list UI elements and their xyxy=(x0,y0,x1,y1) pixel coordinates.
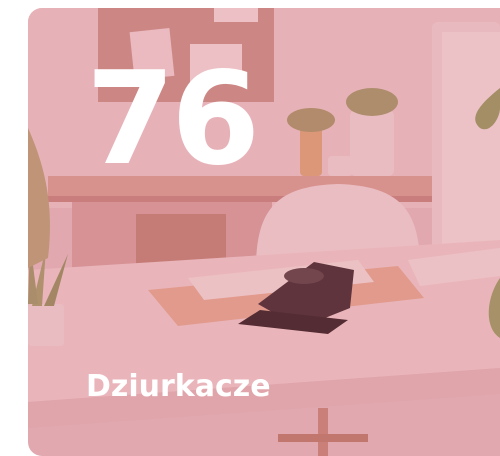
category-label: Dziurkacze xyxy=(86,369,271,404)
category-tile[interactable]: 76 Dziurkacze xyxy=(28,8,500,456)
product-count: 76 xyxy=(86,45,260,194)
